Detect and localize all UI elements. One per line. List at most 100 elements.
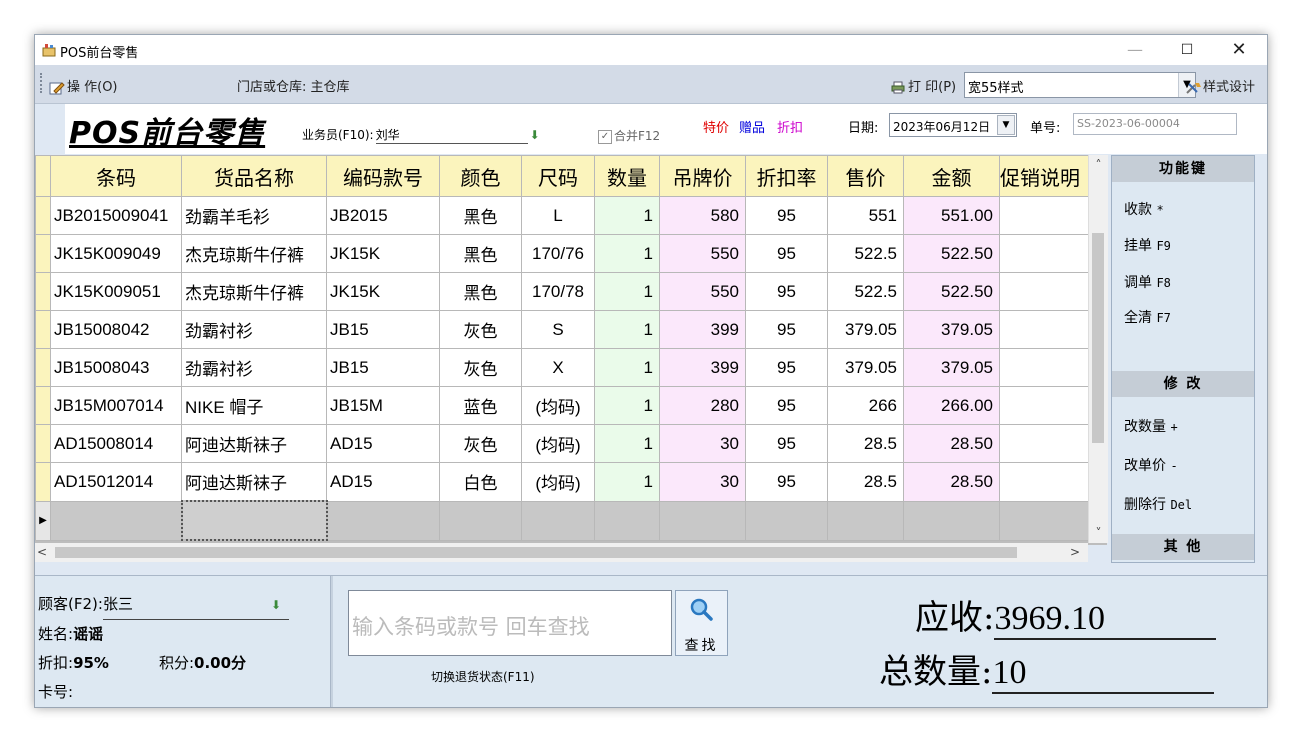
- table-row[interactable]: JK15K009049 杰克琼斯牛仔裤 JK15K 黑色 170/76 1 550 95 522…: [35, 234, 1091, 273]
- customer-field[interactable]: 张三: [102, 590, 289, 620]
- sale-price-cell[interactable]: 28.5: [827, 462, 904, 502]
- tag-price-cell[interactable]: 399: [659, 348, 746, 387]
- empty-cell[interactable]: [521, 500, 595, 541]
- horizontal-scrollbar[interactable]: < >: [35, 543, 1088, 562]
- vertical-scrollbar[interactable]: ˄ ˅: [1088, 155, 1108, 543]
- amount-cell[interactable]: 28.50: [903, 462, 1000, 502]
- style-code-cell[interactable]: JK15K: [326, 234, 440, 273]
- row-header[interactable]: [35, 462, 51, 502]
- color-cell[interactable]: 灰色: [439, 424, 522, 463]
- promo-cell[interactable]: [999, 234, 1090, 273]
- color-cell[interactable]: 灰色: [439, 348, 522, 387]
- change-qty-key[interactable]: 改数量 +: [1124, 416, 1178, 436]
- discount-rate-cell[interactable]: 95: [745, 234, 828, 273]
- size-cell[interactable]: 170/76: [521, 234, 595, 273]
- amount-cell[interactable]: 379.05: [903, 310, 1000, 349]
- operate-menu[interactable]: 操 作(O): [49, 76, 118, 95]
- table-row[interactable]: JB15M007014 NIKE 帽子 JB15M 蓝色 (均码) 1 280 95 266 26…: [35, 386, 1091, 425]
- change-price-key[interactable]: 改单价 -: [1124, 455, 1178, 475]
- sale-price-cell[interactable]: 551: [827, 196, 904, 235]
- color-cell[interactable]: 黑色: [439, 272, 522, 311]
- column-header[interactable]: 货品名称: [181, 155, 327, 197]
- chevron-down-icon[interactable]: ▼: [997, 115, 1015, 135]
- sale-price-cell[interactable]: 28.5: [827, 424, 904, 463]
- sale-price-cell[interactable]: 522.5: [827, 234, 904, 273]
- row-header[interactable]: [35, 348, 51, 387]
- empty-cell[interactable]: [827, 500, 904, 541]
- row-header[interactable]: [35, 234, 51, 273]
- amount-cell[interactable]: 379.05: [903, 348, 1000, 387]
- product-name-cell[interactable]: 阿迪达斯袜子: [181, 424, 327, 463]
- empty-cell[interactable]: [439, 500, 522, 541]
- discount-rate-cell[interactable]: 95: [745, 424, 828, 463]
- delete-row-key[interactable]: 删除行 Del: [1124, 494, 1192, 514]
- promo-cell[interactable]: [999, 386, 1090, 425]
- product-name-cell[interactable]: 阿迪达斯袜子: [181, 462, 327, 502]
- row-header[interactable]: [35, 386, 51, 425]
- amount-cell[interactable]: 522.50: [903, 234, 1000, 273]
- tag-price-cell[interactable]: 30: [659, 462, 746, 502]
- discount-rate-cell[interactable]: 95: [745, 196, 828, 235]
- return-mode-toggle[interactable]: 切换退货状态(F11): [431, 668, 535, 685]
- sale-price-cell[interactable]: 379.05: [827, 348, 904, 387]
- size-cell[interactable]: X: [521, 348, 595, 387]
- sale-price-cell[interactable]: 522.5: [827, 272, 904, 311]
- style-code-cell[interactable]: JB15: [326, 348, 440, 387]
- barcode-cell[interactable]: AD15008014: [50, 424, 182, 463]
- sale-price-cell[interactable]: 379.05: [827, 310, 904, 349]
- column-header[interactable]: 金额: [903, 155, 1000, 197]
- barcode-cell[interactable]: JK15K009051: [50, 272, 182, 311]
- print-style-select[interactable]: 宽55样式 ▼: [964, 72, 1196, 98]
- style-code-cell[interactable]: JK15K: [326, 272, 440, 311]
- discount-rate-cell[interactable]: 95: [745, 272, 828, 311]
- row-header[interactable]: [35, 424, 51, 463]
- column-header[interactable]: 数量: [594, 155, 660, 197]
- product-name-cell[interactable]: 劲霸羊毛衫: [181, 196, 327, 235]
- amount-cell[interactable]: 266.00: [903, 386, 1000, 425]
- table-row[interactable]: JK15K009051 杰克琼斯牛仔裤 JK15K 黑色 170/78 1 550 95 522…: [35, 272, 1091, 311]
- clear-all-key[interactable]: 全清 F7: [1124, 307, 1171, 327]
- toolbar-grip[interactable]: [40, 73, 44, 93]
- salesman-value[interactable]: 刘华: [375, 126, 528, 144]
- row-header[interactable]: [35, 310, 51, 349]
- arrow-down-icon[interactable]: ⬇: [271, 598, 281, 612]
- column-header[interactable]: 售价: [827, 155, 904, 197]
- quantity-cell[interactable]: 1: [594, 424, 660, 463]
- color-cell[interactable]: 黑色: [439, 196, 522, 235]
- barcode-cell[interactable]: JB2015009041: [50, 196, 182, 235]
- scroll-right-icon[interactable]: >: [1070, 543, 1080, 562]
- date-picker[interactable]: 2023年06月12日 ▼: [889, 113, 1017, 137]
- size-cell[interactable]: L: [521, 196, 595, 235]
- active-cell[interactable]: [180, 500, 328, 541]
- order-number-field[interactable]: SS-2023-06-00004: [1073, 113, 1237, 135]
- barcode-cell[interactable]: JK15K009049: [50, 234, 182, 273]
- style-code-cell[interactable]: JB15M: [326, 386, 440, 425]
- product-name-cell[interactable]: 杰克琼斯牛仔裤: [181, 234, 327, 273]
- sale-price-cell[interactable]: 266: [827, 386, 904, 425]
- empty-cell[interactable]: [903, 500, 1000, 541]
- empty-cell[interactable]: [999, 500, 1090, 541]
- barcode-cell[interactable]: JB15M007014: [50, 386, 182, 425]
- table-row[interactable]: JB15008042 劲霸衬衫 JB15 灰色 S 1 399 95 379.05 379.05: [35, 310, 1091, 349]
- column-header[interactable]: 促销说明: [999, 155, 1090, 197]
- amount-cell[interactable]: 28.50: [903, 424, 1000, 463]
- empty-cell[interactable]: [326, 500, 440, 541]
- quantity-cell[interactable]: 1: [594, 272, 660, 311]
- column-header[interactable]: 条码: [50, 155, 182, 197]
- barcode-cell[interactable]: AD15012014: [50, 462, 182, 502]
- quantity-cell[interactable]: 1: [594, 386, 660, 425]
- tag-price-cell[interactable]: 550: [659, 272, 746, 311]
- discount-rate-cell[interactable]: 95: [745, 386, 828, 425]
- style-code-cell[interactable]: AD15: [326, 462, 440, 502]
- column-header[interactable]: 编码款号: [326, 155, 440, 197]
- empty-cell[interactable]: [594, 500, 660, 541]
- amount-cell[interactable]: 551.00: [903, 196, 1000, 235]
- column-header[interactable]: 尺码: [521, 155, 595, 197]
- style-code-cell[interactable]: AD15: [326, 424, 440, 463]
- hold-order-key[interactable]: 挂单 F9: [1124, 235, 1171, 255]
- discount-rate-cell[interactable]: 95: [745, 462, 828, 502]
- color-cell[interactable]: 灰色: [439, 310, 522, 349]
- recall-order-key[interactable]: 调单 F8: [1124, 272, 1171, 292]
- scroll-down-icon[interactable]: ˅: [1089, 523, 1108, 543]
- quantity-cell[interactable]: 1: [594, 196, 660, 235]
